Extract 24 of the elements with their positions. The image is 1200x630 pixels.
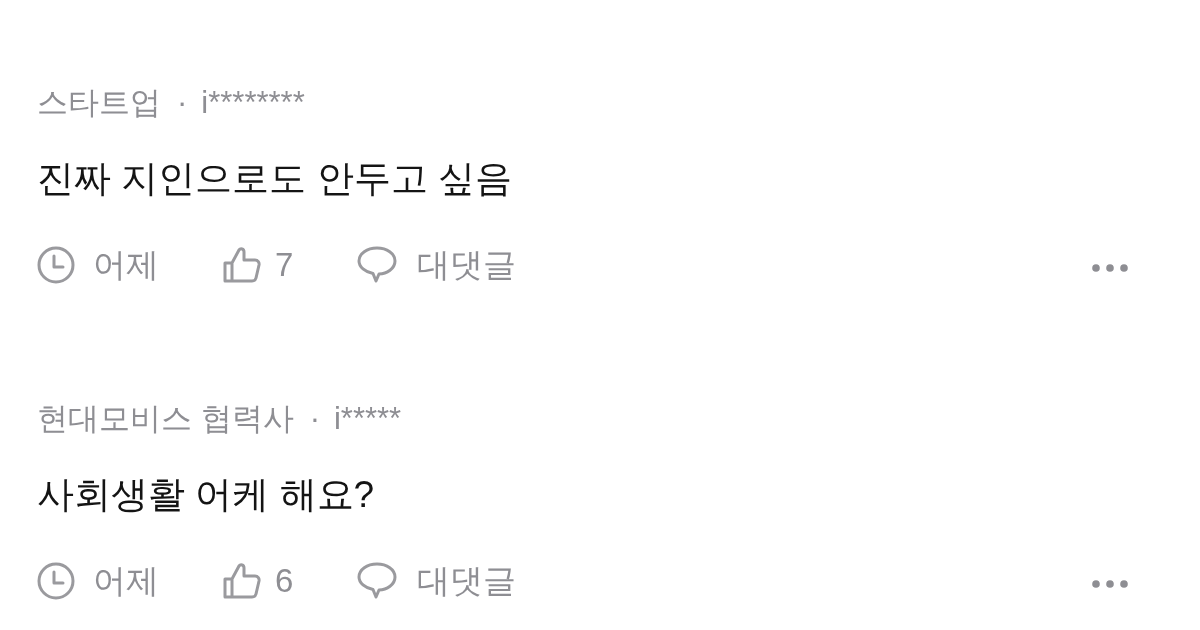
comment-text: 사회생활 어케 해요? — [37, 473, 376, 517]
more-icon — [1092, 580, 1128, 588]
like-button[interactable]: 7 — [223, 246, 294, 284]
speech-bubble-icon — [357, 562, 398, 600]
username: i******** — [201, 84, 305, 122]
reply-button[interactable]: 대댓글 — [357, 558, 517, 604]
affiliation-text: 스타트업 — [37, 84, 161, 122]
reply-button[interactable]: 대댓글 — [357, 242, 517, 288]
affiliation-text: 현대모비스 협력사 — [37, 400, 294, 438]
more-icon — [1092, 264, 1128, 272]
time-text: 어제 — [93, 245, 159, 285]
meta-separator: · — [309, 400, 320, 438]
speech-bubble-icon — [357, 246, 398, 284]
clock-icon — [37, 246, 75, 284]
more-button[interactable] — [1092, 580, 1128, 588]
meta-separator: · — [177, 84, 188, 122]
comment-text: 진짜 지인으로도 안두고 싶음 — [37, 157, 513, 201]
thumbs-up-icon — [223, 246, 261, 284]
username: i***** — [333, 400, 402, 438]
clock-icon — [37, 562, 75, 600]
more-button[interactable] — [1092, 264, 1128, 272]
like-button[interactable]: 6 — [223, 562, 294, 600]
thumbs-up-icon — [223, 562, 261, 600]
time-text: 어제 — [93, 561, 159, 601]
